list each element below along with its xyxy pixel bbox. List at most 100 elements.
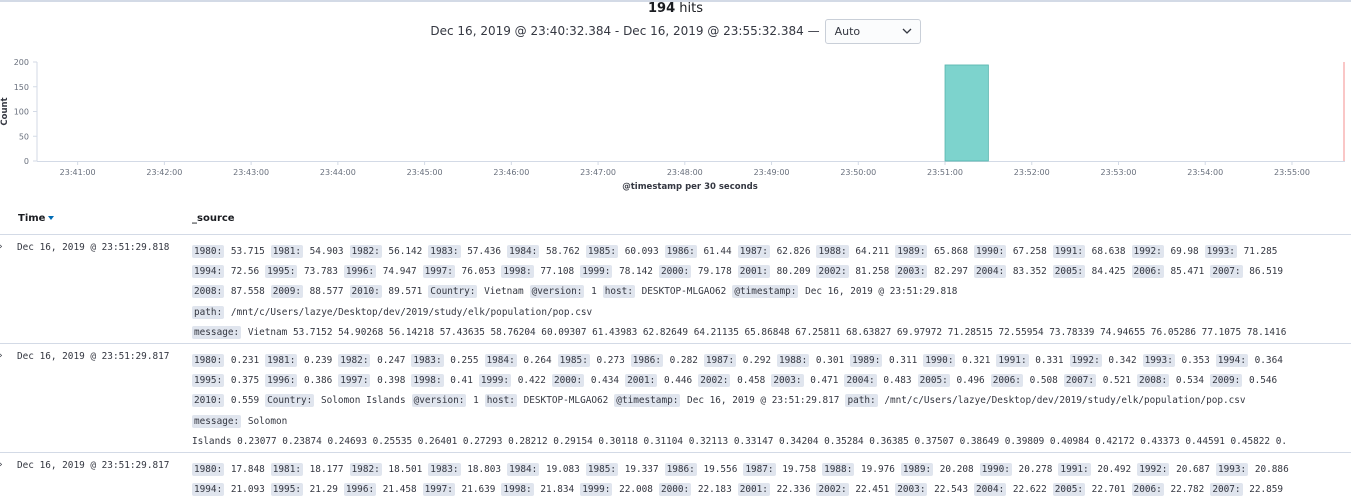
- field-key: 1997:: [422, 483, 455, 497]
- field-value: 60.093: [624, 246, 659, 257]
- field-key: 1984:: [507, 245, 540, 258]
- field-value: Dec 16, 2019 @ 23:51:29.818: [805, 286, 958, 298]
- x-tick-label: 23:44:00: [320, 168, 356, 177]
- field-key: 1991:: [996, 354, 1029, 367]
- expand-row-icon[interactable]: ›: [0, 242, 3, 252]
- field-key: 1991:: [1052, 245, 1086, 258]
- field-key: 1980:: [192, 354, 225, 367]
- field-key: 1988:: [816, 245, 849, 258]
- row-timestamp: Dec 16, 2019 @ 23:51:29.818: [17, 242, 170, 253]
- x-tick-label: 23:50:00: [840, 168, 876, 177]
- source-line: 1994: 21.093 1995: 21.29 1996: 21.458 1997:…: [192, 480, 1351, 497]
- field-value: 83.352: [1012, 266, 1047, 278]
- field-key: 1999:: [478, 374, 512, 388]
- histogram-chart[interactable]: 0 50 100 150 200 23:41:00 23:42:00 23:43:00 23:4…: [0, 55, 1351, 200]
- field-value: 68.638: [1091, 246, 1126, 257]
- field-key: Country:: [265, 394, 315, 408]
- y-tick-label: 200: [14, 58, 29, 67]
- field-key: 2005:: [1052, 265, 1086, 279]
- field-value: 20.208: [939, 464, 974, 475]
- field-value: 0.471: [810, 375, 839, 387]
- field-key: @version:: [411, 394, 467, 408]
- field-key: 2001:: [737, 265, 770, 279]
- field-key: 1991:: [1058, 463, 1091, 476]
- y-tick-label: 100: [14, 108, 29, 117]
- field-value: 21.834: [540, 484, 575, 496]
- field-value: 18.803: [467, 464, 502, 475]
- field-value: 18.177: [309, 464, 344, 475]
- field-value: 84.425: [1091, 266, 1126, 278]
- field-key: path:: [845, 394, 878, 408]
- field-key: 2003:: [895, 265, 928, 279]
- table-row[interactable]: › Dec 16, 2019 @ 23:51:29.817 1980: 0.231 1…: [0, 351, 1351, 451]
- field-value: 19.976: [861, 464, 895, 475]
- field-value: 82.297: [934, 266, 969, 278]
- field-key: 2004:: [974, 265, 1007, 279]
- field-key: 2005:: [1052, 483, 1086, 497]
- x-tick-label: 23:45:00: [407, 168, 443, 177]
- field-value: 0.264: [523, 355, 552, 366]
- field-value: 0.239: [304, 355, 333, 366]
- source-line: 2008: 87.558 2009: 88.577 2010: 89.571 Coun…: [192, 282, 1351, 302]
- field-value: 79.178: [697, 266, 732, 278]
- field-value: 0.364: [1254, 355, 1283, 366]
- interval-select[interactable]: Auto: [824, 18, 921, 44]
- field-value: 0.521: [1102, 375, 1131, 387]
- field-key: 1994:: [192, 483, 225, 497]
- time-column-header[interactable]: Time: [18, 213, 55, 224]
- field-key: 2008:: [1136, 374, 1170, 388]
- field-key: 1989:: [895, 245, 928, 258]
- field-value: /mnt/c/Users/lazye/Desktop/dev/2019/stud…: [884, 395, 1246, 407]
- field-key: 1988:: [777, 354, 810, 367]
- field-value: 87.558: [230, 286, 265, 298]
- field-key: 2000:: [551, 374, 585, 388]
- field-value: 22.859: [1249, 484, 1284, 496]
- field-value: 0.231: [230, 355, 260, 366]
- row-source: 1980: 17.848 1981: 18.177 1982: 18.501 1983…: [192, 460, 1351, 497]
- field-value: 19.556: [703, 464, 738, 475]
- field-key: 1980:: [192, 463, 225, 476]
- table-row[interactable]: › Dec 16, 2019 @ 23:51:29.818 1980: 53.715…: [0, 242, 1351, 342]
- time-range-bar: Dec 16, 2019 @ 23:40:32.384 - Dec 16, 20…: [0, 17, 1351, 45]
- sort-desc-icon[interactable]: [48, 216, 55, 220]
- field-key: path:: [192, 305, 225, 319]
- field-key: 1996:: [343, 265, 377, 279]
- field-key: 1988:: [822, 463, 855, 476]
- source-line: 1980: 17.848 1981: 18.177 1982: 18.501 1983…: [192, 460, 1351, 480]
- x-tick-label: 23:53:00: [1101, 168, 1137, 177]
- field-key: 1990:: [923, 354, 956, 367]
- field-key: 1992:: [1069, 354, 1102, 367]
- source-line: message: Solomon: [192, 412, 1351, 432]
- field-value: 22.782: [1170, 484, 1205, 496]
- hits-summary: 194 hits: [0, 1, 1351, 16]
- source-line: 1995: 0.375 1996: 0.386 1997: 0.398 1998: 0…: [192, 371, 1351, 391]
- field-value: 78.142: [619, 266, 653, 278]
- field-key: 2007:: [1063, 374, 1097, 388]
- field-key: 2003:: [895, 483, 928, 497]
- field-value: 89.571: [388, 286, 423, 298]
- field-key: 2006:: [990, 374, 1023, 388]
- expand-row-icon[interactable]: ›: [0, 351, 3, 361]
- field-value: 20.687: [1176, 464, 1210, 475]
- field-value: 0.273: [596, 355, 625, 366]
- field-value: 0.375: [230, 375, 260, 387]
- expand-row-icon[interactable]: ›: [0, 460, 3, 470]
- field-key: 2010:: [192, 394, 225, 408]
- field-value: 0.546: [1248, 375, 1278, 387]
- field-key: 1997:: [422, 265, 455, 279]
- field-value: 0.311: [889, 355, 918, 366]
- table-row[interactable]: › Dec 16, 2019 @ 23:51:29.817 1980: 17.848…: [0, 460, 1351, 497]
- field-key: 1980:: [192, 245, 225, 258]
- field-value: Dec 16, 2019 @ 23:51:29.817: [687, 395, 840, 407]
- field-key: message:: [192, 414, 242, 428]
- field-key: 1983:: [428, 245, 461, 258]
- field-value: 53.715: [230, 246, 265, 257]
- field-key: 1986:: [664, 463, 697, 476]
- field-value: 0.559: [230, 395, 260, 407]
- field-key: 1998:: [411, 374, 444, 388]
- field-key: 2001:: [737, 483, 770, 497]
- field-key: 1984:: [484, 354, 517, 367]
- y-axis-title: Count: [0, 97, 10, 125]
- field-value: 80.209: [776, 266, 811, 278]
- field-value: 18.501: [388, 464, 423, 475]
